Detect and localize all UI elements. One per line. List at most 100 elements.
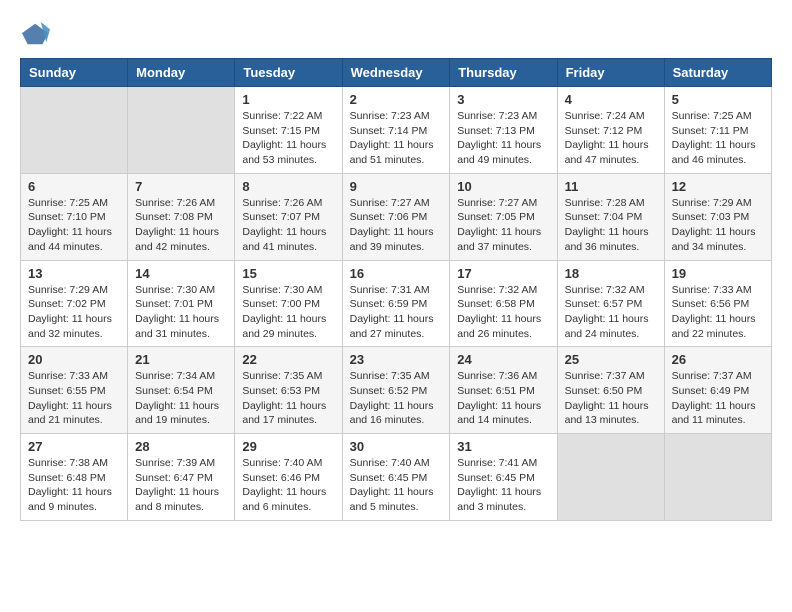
- week-row-1: 1Sunrise: 7:22 AM Sunset: 7:15 PM Daylig…: [21, 87, 772, 174]
- day-info: Sunrise: 7:24 AM Sunset: 7:12 PM Dayligh…: [565, 109, 657, 168]
- day-info: Sunrise: 7:27 AM Sunset: 7:05 PM Dayligh…: [457, 196, 549, 255]
- day-info: Sunrise: 7:25 AM Sunset: 7:10 PM Dayligh…: [28, 196, 120, 255]
- calendar-cell: 17 Sunrise: 7:32 AM Sunset: 6:58 PM Dayli…: [450, 260, 557, 347]
- calendar-cell: 12 Sunrise: 7:29 AM Sunset: 7:03 PM Dayli…: [664, 173, 771, 260]
- calendar-cell: 24 Sunrise: 7:36 AM Sunset: 6:51 PM Dayli…: [450, 347, 557, 434]
- day-number: 30: [350, 439, 443, 454]
- logo: [20, 20, 50, 48]
- column-header-wednesday: Wednesday: [342, 59, 450, 87]
- logo-icon: [22, 20, 50, 48]
- calendar-cell: 21 Sunrise: 7:34 AM Sunset: 6:54 PM Dayli…: [128, 347, 235, 434]
- day-info: Sunrise: 7:35 AM Sunset: 6:53 PM Dayligh…: [242, 369, 334, 428]
- calendar-cell: 25Sunrise: 7:37 AM Sunset: 6:50 PM Dayli…: [557, 347, 664, 434]
- column-header-thursday: Thursday: [450, 59, 557, 87]
- day-info: Sunrise: 7:39 AM Sunset: 6:47 PM Dayligh…: [135, 456, 227, 515]
- calendar-cell: 22Sunrise: 7:35 AM Sunset: 6:53 PM Dayli…: [235, 347, 342, 434]
- calendar-cell: 26 Sunrise: 7:37 AM Sunset: 6:49 PM Dayli…: [664, 347, 771, 434]
- column-header-monday: Monday: [128, 59, 235, 87]
- calendar-cell: 2Sunrise: 7:23 AM Sunset: 7:14 PM Daylig…: [342, 87, 450, 174]
- calendar-cell: [21, 87, 128, 174]
- day-info: Sunrise: 7:25 AM Sunset: 7:11 PM Dayligh…: [672, 109, 764, 168]
- calendar-cell: 15 Sunrise: 7:30 AM Sunset: 7:00 PM Dayli…: [235, 260, 342, 347]
- day-info: Sunrise: 7:31 AM Sunset: 6:59 PM Dayligh…: [350, 283, 443, 342]
- day-info: Sunrise: 7:30 AM Sunset: 7:00 PM Dayligh…: [242, 283, 334, 342]
- day-info: Sunrise: 7:22 AM Sunset: 7:15 PM Dayligh…: [242, 109, 334, 168]
- calendar-cell: 27Sunrise: 7:38 AM Sunset: 6:48 PM Dayli…: [21, 434, 128, 521]
- calendar-cell: 20 Sunrise: 7:33 AM Sunset: 6:55 PM Dayli…: [21, 347, 128, 434]
- column-header-tuesday: Tuesday: [235, 59, 342, 87]
- day-info: Sunrise: 7:35 AM Sunset: 6:52 PM Dayligh…: [350, 369, 443, 428]
- day-number: 21: [135, 352, 227, 367]
- day-number: 2: [350, 92, 443, 107]
- day-number: 26: [672, 352, 764, 367]
- day-info: Sunrise: 7:30 AM Sunset: 7:01 PM Dayligh…: [135, 283, 227, 342]
- calendar-table: SundayMondayTuesdayWednesdayThursdayFrid…: [20, 58, 772, 521]
- day-info: Sunrise: 7:37 AM Sunset: 6:50 PM Dayligh…: [565, 369, 657, 428]
- day-number: 16: [350, 266, 443, 281]
- calendar-cell: 18 Sunrise: 7:32 AM Sunset: 6:57 PM Dayli…: [557, 260, 664, 347]
- day-number: 18: [565, 266, 657, 281]
- day-info: Sunrise: 7:26 AM Sunset: 7:07 PM Dayligh…: [242, 196, 334, 255]
- day-info: Sunrise: 7:26 AM Sunset: 7:08 PM Dayligh…: [135, 196, 227, 255]
- day-info: Sunrise: 7:27 AM Sunset: 7:06 PM Dayligh…: [350, 196, 443, 255]
- calendar-cell: 5 Sunrise: 7:25 AM Sunset: 7:11 PM Daylig…: [664, 87, 771, 174]
- calendar-cell: 4 Sunrise: 7:24 AM Sunset: 7:12 PM Daylig…: [557, 87, 664, 174]
- column-header-sunday: Sunday: [21, 59, 128, 87]
- day-info: Sunrise: 7:34 AM Sunset: 6:54 PM Dayligh…: [135, 369, 227, 428]
- day-info: Sunrise: 7:29 AM Sunset: 7:02 PM Dayligh…: [28, 283, 120, 342]
- day-info: Sunrise: 7:33 AM Sunset: 6:56 PM Dayligh…: [672, 283, 764, 342]
- day-info: Sunrise: 7:23 AM Sunset: 7:13 PM Dayligh…: [457, 109, 549, 168]
- calendar-cell: 28 Sunrise: 7:39 AM Sunset: 6:47 PM Dayli…: [128, 434, 235, 521]
- day-number: 5: [672, 92, 764, 107]
- day-number: 23: [350, 352, 443, 367]
- calendar-cell: 16 Sunrise: 7:31 AM Sunset: 6:59 PM Dayli…: [342, 260, 450, 347]
- day-info: Sunrise: 7:40 AM Sunset: 6:45 PM Dayligh…: [350, 456, 443, 515]
- column-header-friday: Friday: [557, 59, 664, 87]
- calendar-cell: 23 Sunrise: 7:35 AM Sunset: 6:52 PM Dayli…: [342, 347, 450, 434]
- day-number: 12: [672, 179, 764, 194]
- week-row-4: 20 Sunrise: 7:33 AM Sunset: 6:55 PM Dayli…: [21, 347, 772, 434]
- calendar-cell: 30 Sunrise: 7:40 AM Sunset: 6:45 PM Dayli…: [342, 434, 450, 521]
- day-info: Sunrise: 7:29 AM Sunset: 7:03 PM Dayligh…: [672, 196, 764, 255]
- day-number: 3: [457, 92, 549, 107]
- day-number: 29: [242, 439, 334, 454]
- calendar-cell: 3 Sunrise: 7:23 AM Sunset: 7:13 PM Daylig…: [450, 87, 557, 174]
- day-info: Sunrise: 7:41 AM Sunset: 6:45 PM Dayligh…: [457, 456, 549, 515]
- day-info: Sunrise: 7:32 AM Sunset: 6:57 PM Dayligh…: [565, 283, 657, 342]
- calendar-cell: 9 Sunrise: 7:27 AM Sunset: 7:06 PM Daylig…: [342, 173, 450, 260]
- day-number: 19: [672, 266, 764, 281]
- day-info: Sunrise: 7:40 AM Sunset: 6:46 PM Dayligh…: [242, 456, 334, 515]
- day-number: 20: [28, 352, 120, 367]
- column-header-saturday: Saturday: [664, 59, 771, 87]
- page-header: [20, 20, 772, 48]
- calendar-cell: 6Sunrise: 7:25 AM Sunset: 7:10 PM Daylig…: [21, 173, 128, 260]
- day-number: 13: [28, 266, 120, 281]
- calendar-cell: 19 Sunrise: 7:33 AM Sunset: 6:56 PM Dayli…: [664, 260, 771, 347]
- day-number: 17: [457, 266, 549, 281]
- calendar-cell: 13 Sunrise: 7:29 AM Sunset: 7:02 PM Dayli…: [21, 260, 128, 347]
- calendar-cell: 10 Sunrise: 7:27 AM Sunset: 7:05 PM Dayli…: [450, 173, 557, 260]
- day-number: 27: [28, 439, 120, 454]
- day-number: 31: [457, 439, 549, 454]
- calendar-cell: 14Sunrise: 7:30 AM Sunset: 7:01 PM Dayli…: [128, 260, 235, 347]
- day-number: 28: [135, 439, 227, 454]
- day-info: Sunrise: 7:33 AM Sunset: 6:55 PM Dayligh…: [28, 369, 120, 428]
- day-number: 10: [457, 179, 549, 194]
- day-number: 8: [242, 179, 334, 194]
- week-row-2: 6Sunrise: 7:25 AM Sunset: 7:10 PM Daylig…: [21, 173, 772, 260]
- day-info: Sunrise: 7:32 AM Sunset: 6:58 PM Dayligh…: [457, 283, 549, 342]
- day-number: 11: [565, 179, 657, 194]
- day-number: 9: [350, 179, 443, 194]
- day-number: 24: [457, 352, 549, 367]
- day-number: 15: [242, 266, 334, 281]
- calendar-cell: [557, 434, 664, 521]
- day-info: Sunrise: 7:37 AM Sunset: 6:49 PM Dayligh…: [672, 369, 764, 428]
- day-info: Sunrise: 7:28 AM Sunset: 7:04 PM Dayligh…: [565, 196, 657, 255]
- day-number: 7: [135, 179, 227, 194]
- calendar-cell: 31 Sunrise: 7:41 AM Sunset: 6:45 PM Dayli…: [450, 434, 557, 521]
- calendar-header-row: SundayMondayTuesdayWednesdayThursdayFrid…: [21, 59, 772, 87]
- day-number: 4: [565, 92, 657, 107]
- calendar-cell: [664, 434, 771, 521]
- day-info: Sunrise: 7:36 AM Sunset: 6:51 PM Dayligh…: [457, 369, 549, 428]
- calendar-cell: 29 Sunrise: 7:40 AM Sunset: 6:46 PM Dayli…: [235, 434, 342, 521]
